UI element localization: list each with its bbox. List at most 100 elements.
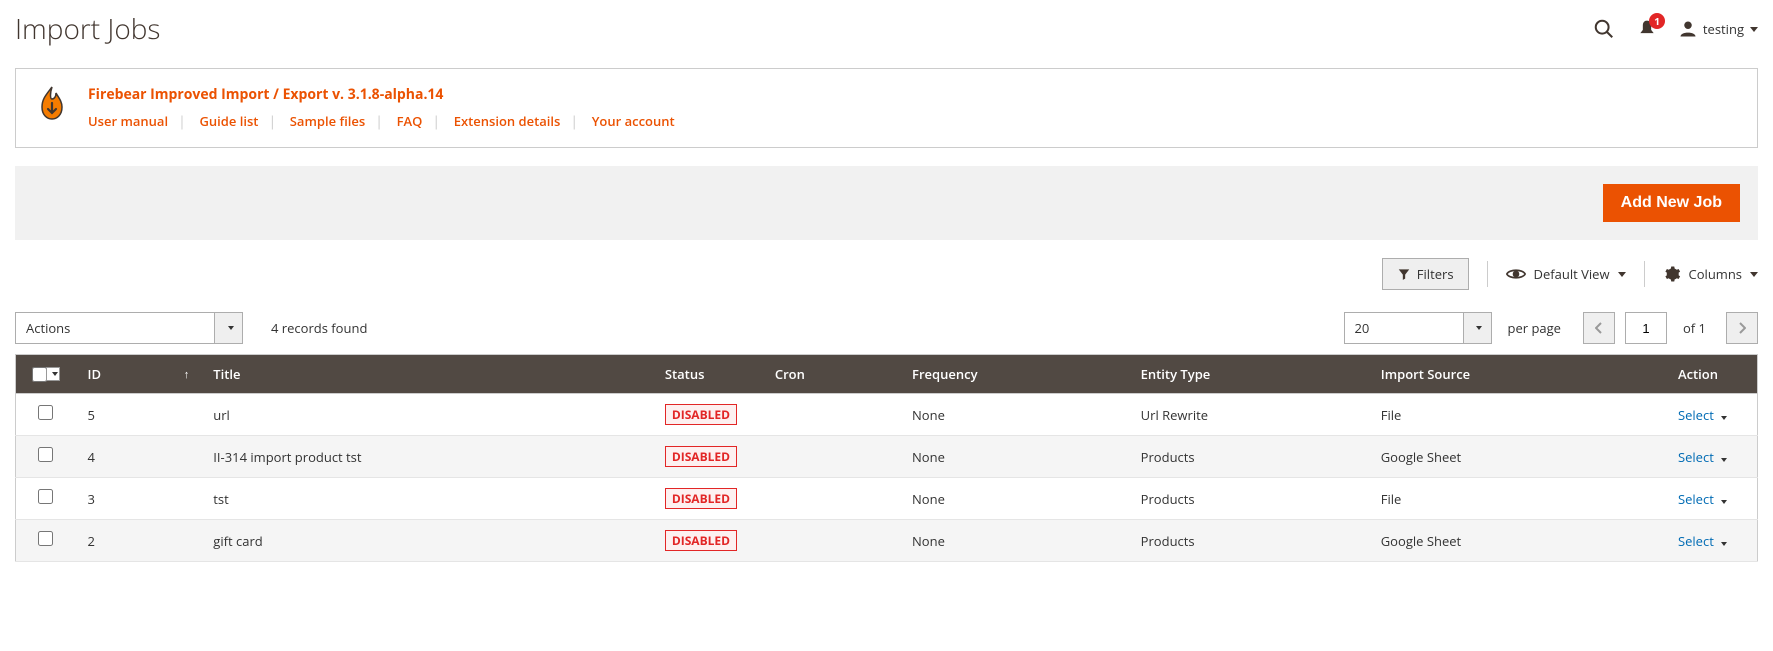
columns-label: Columns	[1689, 265, 1742, 283]
column-header-cron[interactable]: Cron	[763, 355, 900, 394]
page-of-text: of 1	[1683, 319, 1706, 337]
chevron-down-icon	[1721, 500, 1727, 504]
bulk-actions-toggle[interactable]	[215, 312, 243, 344]
cell-id: 5	[76, 394, 202, 436]
cell-id: 2	[76, 520, 202, 562]
cell-title: II-314 import product tst	[201, 436, 653, 478]
cell-cron	[763, 394, 900, 436]
cell-import-source: Google Sheet	[1369, 436, 1666, 478]
row-checkbox[interactable]	[38, 405, 53, 420]
notifications-icon[interactable]: 1	[1637, 19, 1657, 39]
sort-asc-icon: ↑	[184, 367, 190, 382]
cell-cron	[763, 520, 900, 562]
cell-entity-type: Products	[1129, 520, 1369, 562]
column-header-frequency[interactable]: Frequency	[900, 355, 1129, 394]
cell-title: gift card	[201, 520, 653, 562]
cell-status: DISABLED	[653, 520, 763, 562]
table-row[interactable]: 3tstDISABLEDNoneProductsFileSelect	[16, 478, 1758, 520]
plugin-title: Firebear Improved Import / Export v. 3.1…	[88, 85, 675, 104]
chevron-down-icon	[52, 372, 58, 376]
column-header-action: Action	[1666, 355, 1758, 394]
column-header-entity-type[interactable]: Entity Type	[1129, 355, 1369, 394]
link-extension-details[interactable]: Extension details	[454, 112, 561, 130]
cell-cron	[763, 478, 900, 520]
per-page-toggle[interactable]	[1464, 312, 1492, 344]
row-checkbox[interactable]	[38, 447, 53, 462]
filter-icon	[1397, 267, 1411, 281]
user-icon	[1679, 20, 1697, 38]
column-header-import-source[interactable]: Import Source	[1369, 355, 1666, 394]
table-row[interactable]: 2gift cardDISABLEDNoneProductsGoogle She…	[16, 520, 1758, 562]
add-new-job-button[interactable]: Add New Job	[1603, 184, 1740, 222]
bulk-actions-dropdown[interactable]: Actions	[15, 312, 243, 344]
cell-action: Select	[1666, 478, 1758, 520]
default-view-label: Default View	[1534, 265, 1610, 283]
next-page-button[interactable]	[1726, 312, 1758, 344]
link-user-manual[interactable]: User manual	[88, 112, 168, 130]
link-guide-list[interactable]: Guide list	[199, 112, 258, 130]
per-page-label: per page	[1508, 319, 1561, 337]
select-all-dropdown[interactable]	[46, 367, 60, 381]
cell-entity-type: Products	[1129, 436, 1369, 478]
search-icon[interactable]	[1593, 18, 1615, 40]
notification-badge: 1	[1649, 13, 1665, 29]
cell-entity-type: Products	[1129, 478, 1369, 520]
column-header-id[interactable]: ID↑	[76, 355, 202, 394]
bulk-actions-label: Actions	[15, 312, 215, 344]
per-page-value: 20	[1344, 312, 1464, 344]
page-number-input[interactable]	[1625, 312, 1667, 344]
cell-status: DISABLED	[653, 436, 763, 478]
row-select-action[interactable]: Select	[1678, 532, 1727, 550]
user-name: testing	[1703, 20, 1744, 38]
filters-button[interactable]: Filters	[1382, 258, 1469, 290]
row-select-action[interactable]: Select	[1678, 490, 1727, 508]
status-badge: DISABLED	[665, 404, 737, 425]
cell-status: DISABLED	[653, 394, 763, 436]
link-your-account[interactable]: Your account	[592, 112, 675, 130]
cell-frequency: None	[900, 394, 1129, 436]
chevron-down-icon	[1721, 458, 1727, 462]
chevron-right-icon	[1738, 322, 1746, 334]
cell-action: Select	[1666, 520, 1758, 562]
cell-frequency: None	[900, 478, 1129, 520]
cell-id: 4	[76, 436, 202, 478]
chevron-down-icon	[1750, 27, 1758, 32]
chevron-down-icon	[1721, 542, 1727, 546]
cell-title: tst	[201, 478, 653, 520]
table-row[interactable]: 5url DISABLED NoneUrl RewriteFile Select	[16, 394, 1758, 436]
chevron-down-icon	[1618, 272, 1626, 277]
columns-dropdown[interactable]: Columns	[1663, 265, 1758, 283]
cell-entity-type: Url Rewrite	[1129, 394, 1369, 436]
filters-label: Filters	[1417, 265, 1454, 283]
chevron-down-icon	[228, 326, 234, 330]
chevron-down-icon	[1750, 272, 1758, 277]
eye-icon	[1506, 267, 1526, 281]
page-title: Import Jobs	[15, 10, 160, 48]
prev-page-button[interactable]	[1583, 312, 1615, 344]
table-row[interactable]: 4II-314 import product tstDISABLEDNonePr…	[16, 436, 1758, 478]
cell-frequency: None	[900, 520, 1129, 562]
plugin-info-box: Firebear Improved Import / Export v. 3.1…	[15, 68, 1758, 148]
select-all-checkbox[interactable]	[32, 367, 47, 382]
gear-icon	[1663, 265, 1681, 283]
cell-title: url	[201, 394, 653, 436]
row-checkbox[interactable]	[38, 489, 53, 504]
cell-id: 3	[76, 478, 202, 520]
row-checkbox[interactable]	[38, 531, 53, 546]
link-sample-files[interactable]: Sample files	[290, 112, 365, 130]
row-select-action[interactable]: Select	[1678, 406, 1727, 424]
default-view-dropdown[interactable]: Default View	[1506, 265, 1626, 283]
cell-action: Select	[1666, 436, 1758, 478]
column-header-status[interactable]: Status	[653, 355, 763, 394]
cell-action: Select	[1666, 394, 1758, 436]
firebear-logo-icon	[36, 85, 68, 121]
per-page-dropdown[interactable]: 20	[1344, 312, 1492, 344]
column-header-title[interactable]: Title	[201, 355, 653, 394]
cell-import-source: File	[1369, 394, 1666, 436]
records-found-text: 4 records found	[271, 319, 367, 337]
status-badge: DISABLED	[665, 488, 737, 509]
row-select-action[interactable]: Select	[1678, 448, 1727, 466]
link-faq[interactable]: FAQ	[397, 112, 423, 130]
user-menu[interactable]: testing	[1679, 20, 1758, 38]
chevron-down-icon	[1721, 416, 1727, 420]
